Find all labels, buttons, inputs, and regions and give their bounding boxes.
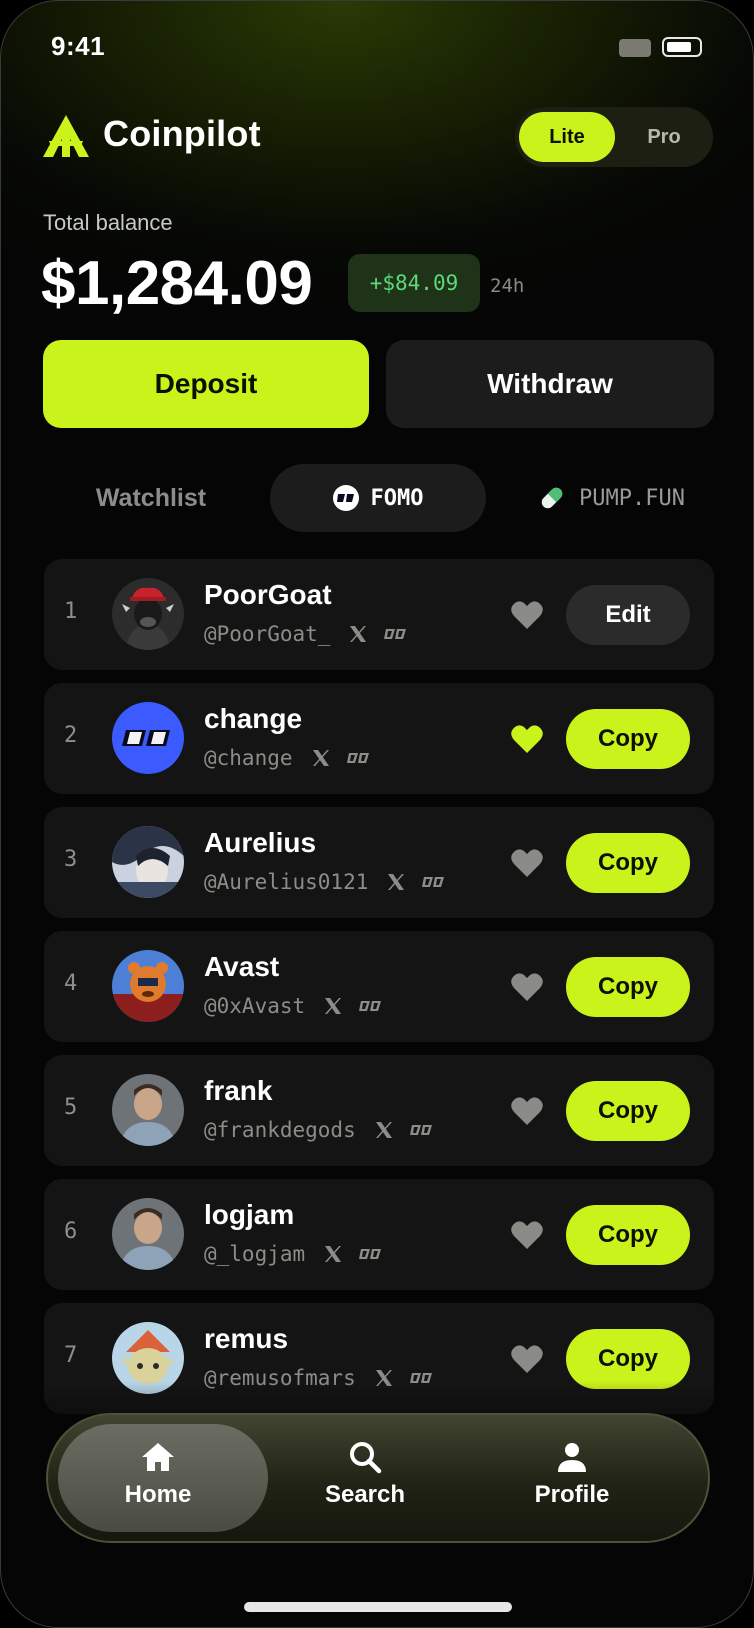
copy-button[interactable]: Copy	[566, 1329, 690, 1389]
trader-name[interactable]: Avast	[204, 951, 279, 983]
x-twitter-icon[interactable]	[374, 1120, 394, 1140]
trader-handle: @Aurelius0121	[204, 870, 369, 894]
trader-handle: @change	[204, 746, 293, 770]
balance-period: 24h	[490, 275, 525, 297]
trader-rank: 4	[64, 971, 78, 996]
copy-button[interactable]: Copy	[566, 709, 690, 769]
photo-avatar[interactable]	[112, 1074, 184, 1146]
tab-pump-fun-label: PUMP.FUN	[579, 485, 685, 511]
trader-handle-line: @_logjam	[204, 1239, 383, 1269]
trader-rank: 7	[64, 1343, 78, 1368]
x-twitter-icon[interactable]	[348, 624, 368, 644]
heart-icon[interactable]	[511, 972, 543, 1001]
nav-search[interactable]: Search	[265, 1431, 465, 1527]
nav-profile[interactable]: Profile	[472, 1431, 672, 1527]
balance-value: $1,284.09	[41, 249, 313, 318]
trader-row[interactable]: 4 Avast @0xAvast Copy	[44, 931, 714, 1042]
anime-avatar[interactable]	[112, 826, 184, 898]
trader-handle: @frankdegods	[204, 1118, 356, 1142]
trader-name[interactable]: logjam	[204, 1199, 294, 1231]
fomo-icon[interactable]	[384, 625, 408, 643]
balance-change-badge: +$84.09	[348, 254, 480, 312]
trader-name[interactable]: frank	[204, 1075, 272, 1107]
home-indicator	[244, 1602, 512, 1612]
fomo-icon[interactable]	[359, 1245, 383, 1263]
trader-row[interactable]: 3 Aurelius @Aurelius0121 Copy	[44, 807, 714, 918]
copy-button[interactable]: Copy	[566, 957, 690, 1017]
mode-lite-option[interactable]: Lite	[519, 112, 615, 162]
trader-row[interactable]: 1 PoorGoat @PoorGoat_ Edit	[44, 559, 714, 670]
heart-icon[interactable]	[511, 724, 543, 753]
phone-screen: 9:41 Coinpilot Lite Pro Total balance $1…	[0, 0, 754, 1628]
heart-icon[interactable]	[511, 1220, 543, 1249]
trader-name[interactable]: change	[204, 703, 302, 735]
trader-rank: 1	[64, 599, 78, 624]
status-time: 9:41	[51, 31, 106, 61]
balance-label: Total balance	[43, 210, 173, 235]
x-twitter-icon[interactable]	[311, 748, 331, 768]
fomo-icon[interactable]	[409, 1121, 434, 1139]
bottom-nav: Home Search Profile	[46, 1413, 710, 1543]
fomo-icon[interactable]	[346, 749, 371, 767]
coinpilot-logo-icon	[43, 115, 89, 157]
trader-handle-line: @PoorGoat_	[204, 619, 408, 649]
heart-icon[interactable]	[511, 1096, 543, 1125]
x-twitter-icon[interactable]	[323, 1244, 343, 1264]
tab-pump-fun[interactable]: PUMP.FUN	[521, 464, 701, 532]
tab-fomo-label: FOMO	[370, 485, 424, 511]
trader-rank: 5	[64, 1095, 78, 1120]
heart-icon[interactable]	[511, 600, 543, 629]
copy-button[interactable]: Copy	[566, 1081, 690, 1141]
trader-row[interactable]: 2 change @change Copy	[44, 683, 714, 794]
brand-name: Coinpilot	[103, 113, 261, 154]
heart-icon[interactable]	[511, 848, 543, 877]
trader-handle: @PoorGoat_	[204, 622, 331, 646]
copy-button[interactable]: Copy	[566, 1205, 690, 1265]
nav-profile-label: Profile	[534, 1481, 610, 1508]
withdraw-button[interactable]: Withdraw	[386, 340, 714, 428]
photo-avatar[interactable]	[112, 1198, 184, 1270]
trader-handle: @_logjam	[204, 1242, 306, 1266]
tab-watchlist-label: Watchlist	[95, 483, 207, 512]
nav-home-label: Home	[124, 1481, 192, 1508]
copy-button[interactable]: Copy	[566, 833, 690, 893]
home-icon	[142, 1443, 174, 1471]
trader-rank: 6	[64, 1219, 78, 1244]
battery-icon	[662, 37, 702, 57]
trader-handle-line: @Aurelius0121	[204, 867, 446, 897]
change-avatar[interactable]	[112, 702, 184, 774]
edit-button[interactable]: Edit	[566, 585, 690, 645]
trader-handle-line: @change	[204, 743, 371, 773]
pill-icon	[541, 487, 563, 509]
mode-toggle[interactable]: Lite Pro	[515, 107, 713, 167]
trader-name[interactable]: PoorGoat	[204, 579, 332, 611]
trader-row[interactable]: 6 logjam @_logjam Copy	[44, 1179, 714, 1290]
trader-handle-line: @0xAvast	[204, 991, 383, 1021]
signal-icon	[619, 39, 651, 57]
trader-rank: 2	[64, 723, 78, 748]
trader-rank: 3	[64, 847, 78, 872]
trader-handle: @0xAvast	[204, 994, 306, 1018]
nav-home[interactable]: Home	[58, 1431, 258, 1527]
x-twitter-icon[interactable]	[386, 872, 406, 892]
trader-name[interactable]: Aurelius	[204, 827, 316, 859]
trader-handle-line: @frankdegods	[204, 1115, 434, 1145]
trader-name[interactable]: remus	[204, 1323, 288, 1355]
search-icon	[350, 1442, 382, 1474]
trader-row[interactable]: 5 frank @frankdegods Copy	[44, 1055, 714, 1166]
bear-avatar[interactable]	[112, 950, 184, 1022]
nav-search-label: Search	[324, 1481, 406, 1508]
tab-fomo[interactable]: FOMO	[270, 464, 486, 532]
goat-avatar[interactable]	[112, 578, 184, 650]
heart-icon[interactable]	[511, 1344, 543, 1373]
x-twitter-icon[interactable]	[323, 996, 343, 1016]
fomo-icon[interactable]	[422, 873, 446, 891]
mode-pro-option[interactable]: Pro	[619, 112, 709, 162]
fomo-icon	[332, 485, 359, 511]
deposit-button[interactable]: Deposit	[43, 340, 369, 428]
fomo-icon[interactable]	[359, 997, 383, 1015]
tab-watchlist[interactable]: Watchlist	[63, 464, 239, 532]
profile-icon	[558, 1443, 586, 1472]
